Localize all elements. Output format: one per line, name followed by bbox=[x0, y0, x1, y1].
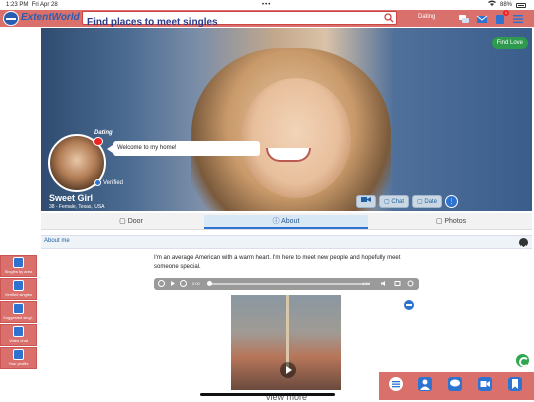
brand-name[interactable]: ExtentWorld bbox=[21, 12, 80, 23]
nav-singles-by-area[interactable]: Singles by area bbox=[0, 255, 37, 277]
battery-icon bbox=[516, 2, 526, 8]
volume-icon[interactable] bbox=[380, 280, 387, 287]
status-bar: 1:23 PM Fri Apr 28 ••• 88% bbox=[0, 0, 534, 10]
nav-verified-singles[interactable]: Verified singles bbox=[0, 278, 37, 300]
home-icon bbox=[13, 349, 24, 360]
play-button-icon[interactable] bbox=[280, 362, 296, 378]
collapse-icon[interactable] bbox=[404, 300, 414, 310]
profile-name: Sweet Girl bbox=[49, 193, 94, 203]
suggested-icon bbox=[13, 303, 24, 314]
nav-video-chat[interactable]: Video chat bbox=[0, 324, 37, 346]
mail-icon[interactable] bbox=[476, 12, 488, 24]
verified-badge: Verified bbox=[94, 179, 123, 186]
about-section-title: About me bbox=[44, 238, 70, 244]
welcome-bubble: Welcome to my home! bbox=[107, 141, 260, 156]
profile-details: 38 - Female, Texas, USA bbox=[49, 204, 105, 210]
top-icons: 1 bbox=[458, 10, 524, 24]
video-chat-icon[interactable] bbox=[477, 376, 493, 392]
dating-tag: Dating bbox=[94, 130, 113, 136]
cast-icon[interactable] bbox=[394, 280, 401, 287]
nav-your-profile[interactable]: Your profile bbox=[0, 347, 37, 369]
profile-tabs: ▢ Door ⓘ About ▢ Photos bbox=[41, 213, 532, 230]
nav-suggested-singles[interactable]: Suggested singl.. bbox=[0, 301, 37, 323]
cover-photo-face bbox=[241, 78, 351, 198]
profile-icon[interactable] bbox=[417, 376, 433, 392]
status-right: 88% bbox=[487, 0, 526, 10]
menu-icon[interactable] bbox=[512, 12, 524, 24]
tab-about[interactable]: ⓘ About bbox=[204, 215, 368, 229]
audio-player[interactable]: 0:00 4:54 bbox=[154, 278, 419, 290]
home-indicator[interactable] bbox=[200, 393, 335, 396]
date-button[interactable]: ▢ Date bbox=[412, 195, 443, 208]
search-input[interactable] bbox=[83, 16, 373, 29]
tab-door[interactable]: ▢ Door bbox=[101, 215, 161, 229]
forward-icon[interactable] bbox=[180, 280, 187, 287]
heart-icon bbox=[93, 137, 103, 146]
current-time: 0:00 bbox=[192, 281, 200, 286]
verified-icon bbox=[94, 179, 101, 186]
chat-icon[interactable] bbox=[447, 376, 463, 392]
notification-badge: 1 bbox=[503, 10, 509, 16]
refresh-icon[interactable] bbox=[515, 353, 530, 368]
more-icon[interactable] bbox=[407, 280, 414, 287]
video-thumbnail-mast bbox=[286, 295, 289, 370]
search-icon[interactable] bbox=[384, 13, 394, 23]
location-pin-icon bbox=[13, 257, 24, 268]
chat-bubbles-icon[interactable] bbox=[458, 12, 470, 24]
video-icon bbox=[361, 197, 371, 202]
cover-photo-smile bbox=[266, 148, 311, 162]
chat-button[interactable]: ▢ Chat bbox=[379, 195, 410, 208]
status-time: 1:23 PM Fri Apr 28 bbox=[6, 2, 58, 8]
left-nav: Singles by area Verified singles Suggest… bbox=[0, 255, 39, 370]
tab-photos[interactable]: ▢ Photos bbox=[411, 215, 491, 229]
about-text: I'm an average American with a warm hear… bbox=[154, 255, 401, 270]
progress-knob[interactable] bbox=[207, 281, 212, 286]
duration: 4:54 bbox=[362, 281, 370, 286]
battery-percent: 88% bbox=[499, 2, 512, 8]
about-section-header[interactable]: About me bbox=[41, 235, 532, 249]
search-box[interactable] bbox=[82, 11, 397, 29]
video-call-button[interactable] bbox=[356, 195, 376, 208]
top-bar: ExtentWorld Dating 1 bbox=[0, 10, 534, 29]
wifi-icon bbox=[487, 0, 496, 10]
logo-icon[interactable] bbox=[3, 11, 19, 26]
multitask-dots[interactable]: ••• bbox=[262, 0, 271, 10]
more-options-icon[interactable]: ⋮ bbox=[445, 195, 459, 208]
dating-link[interactable]: Dating bbox=[418, 14, 435, 20]
progress-track[interactable] bbox=[210, 283, 370, 285]
bookmark-icon[interactable] bbox=[507, 376, 523, 392]
verified-check-icon bbox=[13, 280, 24, 291]
play-icon[interactable] bbox=[169, 280, 176, 287]
find-love-button[interactable]: Find Love bbox=[491, 37, 528, 49]
profile-action-buttons: ▢ Chat ▢ Date ⋮ bbox=[356, 195, 459, 208]
list-icon[interactable] bbox=[388, 376, 404, 392]
video-icon bbox=[13, 326, 24, 337]
chevron-down-icon[interactable] bbox=[519, 238, 528, 249]
notifications-icon[interactable]: 1 bbox=[494, 10, 509, 24]
bottom-action-bar bbox=[379, 372, 534, 400]
rewind-icon[interactable] bbox=[158, 280, 165, 287]
